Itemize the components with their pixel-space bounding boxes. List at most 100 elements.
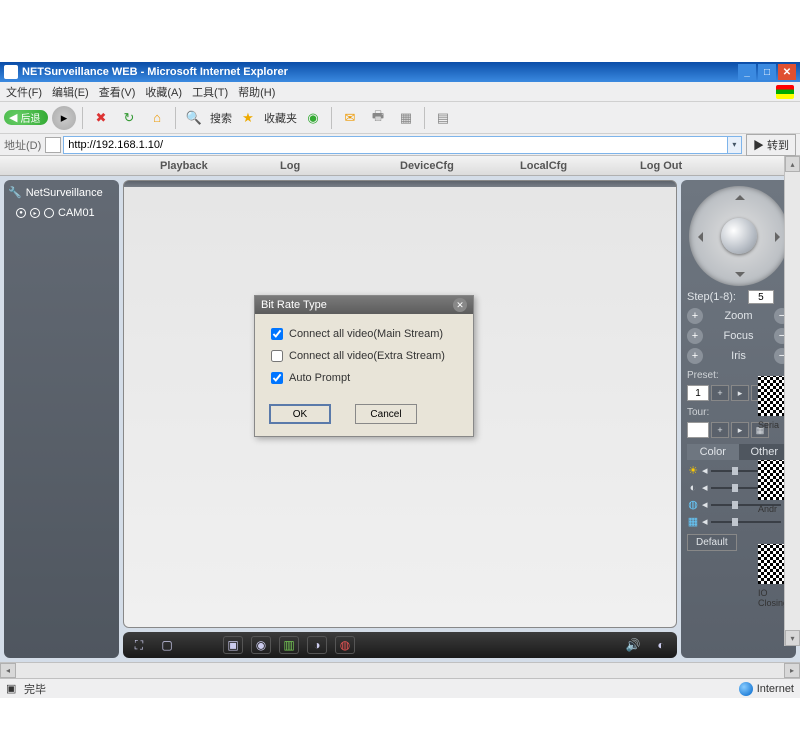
ptz-center-button[interactable] xyxy=(721,218,757,254)
focus-in-button[interactable]: + xyxy=(687,328,703,344)
dialog-title: Bit Rate Type xyxy=(261,299,327,311)
page-icon xyxy=(45,137,61,153)
menu-help[interactable]: 帮助(H) xyxy=(238,84,275,100)
vertical-scrollbar[interactable]: ▴ ▾ xyxy=(784,156,800,646)
ptz-up-icon[interactable] xyxy=(735,190,745,200)
snapshot-icon[interactable]: ▣ xyxy=(223,636,243,654)
tab-playback[interactable]: Playback xyxy=(160,160,280,172)
option-main-stream[interactable]: Connect all video(Main Stream) xyxy=(271,328,457,340)
minimize-button[interactable]: _ xyxy=(738,64,756,80)
fullscreen-icon[interactable]: ⛶ xyxy=(129,636,149,654)
preset-go-button[interactable]: ▸ xyxy=(731,385,749,401)
tour-play-button[interactable]: ▸ xyxy=(731,422,749,438)
stop-button[interactable]: ✖ xyxy=(89,106,113,130)
record-icon[interactable]: ● xyxy=(16,208,26,218)
option-auto-prompt[interactable]: Auto Prompt xyxy=(271,372,457,384)
tour-add-button[interactable]: + xyxy=(711,422,729,438)
scroll-right-icon[interactable]: ▸ xyxy=(784,663,800,678)
ok-button[interactable]: OK xyxy=(269,404,331,424)
menu-edit[interactable]: 编辑(E) xyxy=(52,84,89,100)
tab-devicecfg[interactable]: DeviceCfg xyxy=(400,160,520,172)
preset-input[interactable] xyxy=(687,385,709,401)
device-sidebar: 🔧 NetSurveillance ● ▸ CAM01 xyxy=(4,180,119,658)
zoom-in-button[interactable]: + xyxy=(687,308,703,324)
close-all-icon[interactable]: ◑ xyxy=(307,636,327,654)
volume-icon[interactable]: 🔊 xyxy=(623,636,643,654)
focus-row: + Focus − xyxy=(687,328,790,344)
dialog-close-button[interactable]: ✕ xyxy=(453,298,467,312)
scroll-down-icon[interactable]: ▾ xyxy=(785,630,800,646)
camera-item[interactable]: ● ▸ CAM01 xyxy=(8,205,115,221)
tour-input[interactable] xyxy=(687,422,709,438)
menu-favorites[interactable]: 收藏(A) xyxy=(145,84,182,100)
default-button[interactable]: Default xyxy=(687,534,737,551)
go-button[interactable]: ▶ 转到 xyxy=(746,134,796,156)
tab-logout[interactable]: Log Out xyxy=(640,160,760,172)
home-button[interactable]: ⌂ xyxy=(145,106,169,130)
iris-open-button[interactable]: + xyxy=(687,348,703,364)
mail-button[interactable]: ✉ xyxy=(338,106,362,130)
ptz-joystick[interactable] xyxy=(689,186,789,286)
app-tabs: Playback Log DeviceCfg LocalCfg Log Out xyxy=(0,156,800,176)
forward-button[interactable]: ▸ xyxy=(52,106,76,130)
step-row: Step(1-8): ▾ xyxy=(687,290,790,304)
back-button[interactable]: ◀ 后退 xyxy=(4,110,48,125)
hue-icon: ▦ xyxy=(687,515,699,528)
discuss-button[interactable]: ▤ xyxy=(431,106,455,130)
edit-button[interactable]: ▦ xyxy=(394,106,418,130)
auto-prompt-checkbox[interactable] xyxy=(271,372,283,384)
scroll-left-icon[interactable]: ◂ xyxy=(0,663,16,678)
saturation-icon: ◍ xyxy=(687,498,699,511)
search-icon[interactable]: 🔍 xyxy=(182,106,206,130)
stop-icon[interactable] xyxy=(44,208,54,218)
main-stream-checkbox[interactable] xyxy=(271,328,283,340)
mute-icon[interactable]: ◐ xyxy=(651,636,671,654)
zoom-row: + Zoom − xyxy=(687,308,790,324)
preset-add-button[interactable]: + xyxy=(711,385,729,401)
tab-log[interactable]: Log xyxy=(280,160,400,172)
window-titlebar: NETSurveillance WEB - Microsoft Internet… xyxy=(0,62,800,82)
extra-stream-checkbox[interactable] xyxy=(271,350,283,362)
favorites-icon[interactable]: ★ xyxy=(236,106,260,130)
status-text: 完毕 xyxy=(24,681,46,697)
address-label: 地址(D) xyxy=(4,137,41,153)
dialog-titlebar[interactable]: Bit Rate Type ✕ xyxy=(255,296,473,314)
ptz-left-icon[interactable] xyxy=(693,232,703,242)
globe-icon xyxy=(739,682,753,696)
option-extra-stream[interactable]: Connect all video(Extra Stream) xyxy=(271,350,457,362)
close-button[interactable]: ✕ xyxy=(778,64,796,80)
address-dropdown[interactable]: ▾ xyxy=(728,136,742,154)
print-button[interactable]: 🖶 xyxy=(366,106,390,130)
toolbar: ◀ 后退 ▸ ✖ ↻ ⌂ 🔍 搜索 ★ 收藏夹 ◉ ✉ 🖶 ▦ ▤ xyxy=(0,102,800,134)
menu-file[interactable]: 文件(F) xyxy=(6,84,42,100)
ptz-right-icon[interactable] xyxy=(775,232,785,242)
search-label[interactable]: 搜索 xyxy=(210,110,232,126)
done-icon: ▣ xyxy=(6,682,20,696)
history-button[interactable]: ◉ xyxy=(301,106,325,130)
play-icon[interactable]: ▸ xyxy=(30,208,40,218)
horizontal-scrollbar[interactable]: ◂ ▸ xyxy=(0,662,800,678)
picture-icon[interactable]: ▥ xyxy=(279,636,299,654)
maximize-button[interactable]: □ xyxy=(758,64,776,80)
scroll-up-icon[interactable]: ▴ xyxy=(785,156,800,172)
stop-all-icon[interactable]: ◍ xyxy=(335,636,355,654)
layout-1-icon[interactable]: ▢ xyxy=(157,636,177,654)
cancel-button[interactable]: Cancel xyxy=(355,404,417,424)
menu-tools[interactable]: 工具(T) xyxy=(192,84,228,100)
zone-indicator: Internet xyxy=(739,682,794,696)
step-input[interactable] xyxy=(748,290,774,304)
tab-color[interactable]: Color xyxy=(687,444,739,460)
menu-view[interactable]: 查看(V) xyxy=(99,84,136,100)
window-title: NETSurveillance WEB - Microsoft Internet… xyxy=(22,66,288,78)
menu-bar: 文件(F) 编辑(E) 查看(V) 收藏(A) 工具(T) 帮助(H) xyxy=(0,82,800,102)
camera-label: CAM01 xyxy=(58,207,95,219)
record-all-icon[interactable]: ◉ xyxy=(251,636,271,654)
sidebar-root[interactable]: 🔧 NetSurveillance xyxy=(8,186,115,199)
address-bar: 地址(D) ▾ ▶ 转到 xyxy=(0,134,800,156)
video-canvas[interactable]: Bit Rate Type ✕ Connect all video(Main S… xyxy=(123,180,677,628)
ptz-down-icon[interactable] xyxy=(735,272,745,282)
favorites-label[interactable]: 收藏夹 xyxy=(264,110,297,126)
refresh-button[interactable]: ↻ xyxy=(117,106,141,130)
address-input[interactable] xyxy=(63,136,728,154)
tab-localcfg[interactable]: LocalCfg xyxy=(520,160,640,172)
